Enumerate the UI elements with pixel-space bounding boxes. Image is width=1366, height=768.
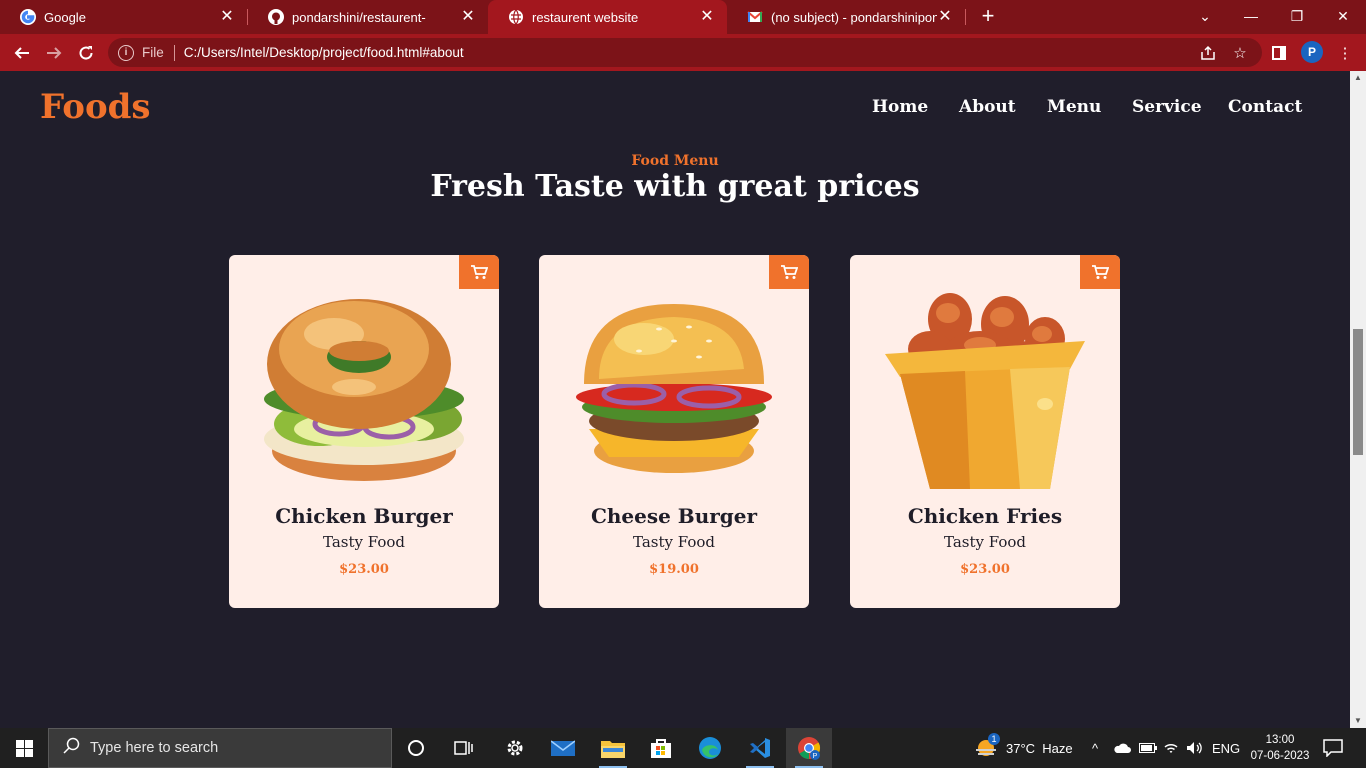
- chrome-icon[interactable]: P: [793, 732, 825, 768]
- battery-icon[interactable]: [1139, 728, 1157, 768]
- cortana-icon[interactable]: [400, 732, 432, 764]
- weather-widget[interactable]: 1 37°C Haze: [974, 728, 1073, 768]
- close-tab-icon[interactable]: ✕: [699, 9, 715, 25]
- menu-kebab-icon[interactable]: ⋮: [1334, 42, 1356, 64]
- cart-icon: [781, 265, 798, 279]
- windows-taskbar: Type here to search P 1 37°C Haze ^ ENG …: [0, 728, 1366, 768]
- google-icon: [20, 9, 36, 25]
- nav-about[interactable]: About: [959, 97, 1016, 117]
- section-title: Fresh Taste with great prices: [430, 169, 920, 204]
- settings-gear-icon[interactable]: [499, 732, 531, 764]
- scroll-up-icon[interactable]: ▲: [1350, 71, 1366, 85]
- nav-contact[interactable]: Contact: [1228, 97, 1302, 117]
- nav-menu[interactable]: Menu: [1047, 97, 1101, 117]
- forward-icon[interactable]: [41, 40, 67, 66]
- vscode-icon[interactable]: [744, 732, 776, 768]
- site-info-icon[interactable]: i: [118, 44, 134, 61]
- site-logo[interactable]: Foods: [40, 87, 151, 127]
- tab-title: Google: [44, 9, 86, 25]
- edge-icon[interactable]: [694, 732, 726, 764]
- profile-avatar[interactable]: P: [1301, 41, 1323, 63]
- bookmark-star-icon[interactable]: ☆: [1229, 42, 1251, 64]
- microsoft-store-icon[interactable]: [645, 732, 677, 764]
- wifi-icon[interactable]: [1163, 728, 1179, 768]
- scroll-down-icon[interactable]: ▼: [1350, 714, 1366, 728]
- taskbar-search-box[interactable]: Type here to search: [48, 728, 392, 768]
- chicken-burger-illustration: [264, 299, 464, 481]
- restore-icon[interactable]: ❐: [1274, 0, 1320, 32]
- mail-icon[interactable]: [547, 732, 579, 764]
- new-tab-button[interactable]: +: [976, 5, 1000, 29]
- section-subtitle: Food Menu: [631, 153, 719, 169]
- date-text: 07-06-2023: [1250, 750, 1310, 762]
- minimize-icon[interactable]: —: [1228, 0, 1274, 32]
- weather-text: 37°C Haze: [1006, 740, 1073, 756]
- svg-text:P: P: [813, 753, 818, 760]
- chicken-fries-illustration: [885, 293, 1085, 489]
- scheme-label: File: [142, 45, 164, 60]
- close-tab-icon[interactable]: ✕: [219, 9, 235, 25]
- tab-github[interactable]: pondarshini/restaurent- ✕: [248, 0, 488, 34]
- card-price: $23.00: [960, 562, 1010, 577]
- nav-home[interactable]: Home: [872, 97, 928, 117]
- search-icon: [63, 737, 80, 759]
- scrollbar-thumb[interactable]: [1353, 329, 1363, 455]
- url-text[interactable]: C:/Users/Intel/Desktop/project/food.html…: [184, 45, 464, 60]
- cart-icon: [471, 265, 488, 279]
- tab-title: pondarshini/restaurent-: [292, 9, 426, 25]
- file-explorer-icon[interactable]: [597, 732, 629, 768]
- weather-haze-icon: 1: [974, 733, 1000, 760]
- tab-google[interactable]: Google ✕: [0, 0, 247, 34]
- side-panel-icon[interactable]: [1268, 42, 1290, 64]
- gmail-icon: [747, 9, 763, 25]
- onedrive-cloud-icon[interactable]: [1113, 728, 1131, 768]
- notifications-icon[interactable]: [1323, 728, 1343, 768]
- menu-card: Chicken Fries Tasty Food $23.00: [850, 255, 1120, 608]
- search-placeholder: Type here to search: [90, 740, 219, 756]
- card-price: $19.00: [649, 562, 699, 577]
- page-viewport: Foods Home About Menu Service Contact Fo…: [0, 71, 1350, 728]
- reload-icon[interactable]: [73, 40, 99, 66]
- card-title: Cheese Burger: [590, 504, 758, 528]
- time-text: 13:00: [1265, 734, 1295, 746]
- weather-badge: 1: [988, 733, 1000, 745]
- card-description: Tasty Food: [632, 533, 715, 551]
- language-indicator[interactable]: ENG: [1212, 728, 1240, 768]
- windows-start-icon[interactable]: [0, 728, 48, 768]
- page-scrollbar[interactable]: ▲ ▼: [1350, 71, 1366, 728]
- volume-icon[interactable]: [1186, 728, 1204, 768]
- card-description: Tasty Food: [943, 533, 1026, 551]
- divider: [173, 44, 175, 61]
- share-icon[interactable]: [1197, 42, 1219, 64]
- menu-card: Cheese Burger Tasty Food $19.00: [539, 255, 809, 608]
- clock[interactable]: 13:00 07-06-2023: [1242, 732, 1318, 764]
- task-view-icon[interactable]: [448, 732, 480, 764]
- tab-separator: [965, 9, 966, 25]
- tab-search-icon[interactable]: ⌄: [1182, 0, 1228, 32]
- github-icon: [268, 9, 284, 25]
- close-window-icon[interactable]: ✕: [1320, 0, 1366, 32]
- toolbar: i File C:/Users/Intel/Desktop/project/fo…: [0, 34, 1366, 71]
- nav-service[interactable]: Service: [1132, 97, 1202, 117]
- tab-restaurant-website[interactable]: restaurent website ✕: [488, 0, 727, 34]
- back-icon[interactable]: [9, 40, 35, 66]
- tab-strip: Google ✕ pondarshini/restaurent- ✕ resta…: [0, 0, 1366, 34]
- tab-title: restaurent website: [532, 9, 639, 25]
- cart-icon: [1092, 265, 1109, 279]
- menu-card: Chicken Burger Tasty Food $23.00: [229, 255, 499, 608]
- show-hidden-icons-icon[interactable]: ^: [1092, 728, 1098, 768]
- card-title: Chicken Burger: [275, 504, 453, 528]
- tab-title: (no subject) - pondarshiniponkur: [771, 9, 937, 25]
- close-tab-icon[interactable]: ✕: [937, 9, 953, 25]
- globe-icon: [508, 9, 524, 25]
- card-price: $23.00: [339, 562, 389, 577]
- close-tab-icon[interactable]: ✕: [460, 9, 476, 25]
- tab-gmail[interactable]: (no subject) - pondarshiniponkur ✕: [727, 0, 965, 34]
- cheese-burger-illustration: [576, 304, 772, 473]
- address-bar[interactable]: i File C:/Users/Intel/Desktop/project/fo…: [108, 38, 1262, 67]
- card-description: Tasty Food: [322, 533, 405, 551]
- card-title: Chicken Fries: [907, 504, 1063, 528]
